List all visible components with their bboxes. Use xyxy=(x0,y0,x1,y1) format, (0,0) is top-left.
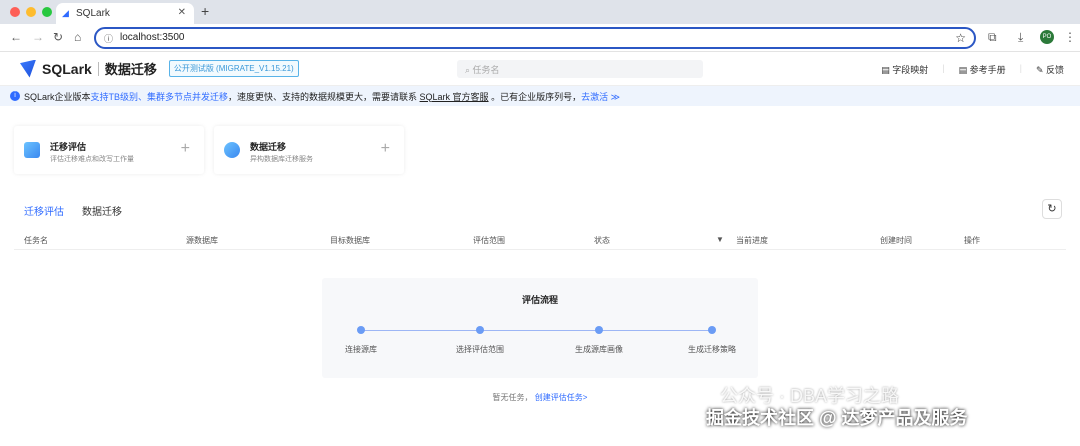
flow-step: 生成迁移策略 xyxy=(667,326,757,355)
enterprise-banner: i SQLark企业版本支持TB级别、集群多节点并发迁移，速度更快、支持的数据规… xyxy=(0,86,1080,106)
browser-tab[interactable]: ◢ SQLark ✕ xyxy=(56,3,194,24)
bookmark-star-icon[interactable]: ☆ xyxy=(955,31,966,45)
watermark: 掘金技术社区 @ 达梦产品及服务 xyxy=(706,408,968,428)
forward-icon[interactable]: → xyxy=(32,30,44,44)
activate-link[interactable]: 去激活 ≫ xyxy=(581,92,620,102)
logo[interactable]: SQLark 数据迁移 公开测试版 (MIGRATE_V1.15.21) xyxy=(20,59,299,78)
empty-state: 暂无任务， 创建评估任务> xyxy=(492,393,588,402)
flow-step: 选择评估范围 xyxy=(435,326,525,355)
tab-title: SQLark xyxy=(76,8,110,19)
address-bar-row: ← → ↻ ⌂ ⓘ localhost:3500 ☆ ⧉ ⤓ PO ⋮ xyxy=(0,24,1080,52)
reload-icon[interactable]: ↻ xyxy=(53,30,63,44)
refresh-button[interactable]: ↻ xyxy=(1042,199,1062,219)
task-search-input[interactable]: ⌕ 任务名 xyxy=(457,60,703,78)
feedback-link[interactable]: ✎ 反馈 xyxy=(1036,63,1064,76)
menu-icon[interactable]: ⋮ xyxy=(1064,30,1076,44)
flow-step: 生成源库画像 xyxy=(554,326,644,355)
tab-assessment[interactable]: 迁移评估 xyxy=(24,203,64,218)
site-info-icon[interactable]: ⓘ xyxy=(104,32,113,45)
browser-tab-bar: ◢ SQLark ✕ + xyxy=(0,0,1080,24)
database-icon xyxy=(224,142,240,158)
search-placeholder: 任务名 xyxy=(472,65,500,75)
url-text: localhost:3500 xyxy=(120,32,185,43)
sqlark-favicon-icon: ◢ xyxy=(62,8,69,18)
support-link[interactable]: SQLark 官方客服 xyxy=(420,92,489,102)
assessment-icon xyxy=(24,142,40,158)
url-input[interactable]: ⓘ localhost:3500 ☆ xyxy=(94,27,976,49)
download-icon[interactable]: ⤓ xyxy=(1018,30,1023,45)
home-icon[interactable]: ⌂ xyxy=(74,30,81,44)
new-tab-button[interactable]: + xyxy=(201,3,209,19)
reference-manual-link[interactable]: ▤ 参考手册 xyxy=(959,63,1006,76)
table-header: 任务名 源数据库 目标数据库 评估范围 状态 ▼ 当前进度 创建时间 操作 xyxy=(14,230,1066,250)
window-controls[interactable] xyxy=(10,7,52,17)
card-data-migration[interactable]: 数据迁移 异构数据库迁移服务 + xyxy=(214,126,404,174)
add-icon[interactable]: + xyxy=(381,140,390,158)
status-filter-icon[interactable]: ▼ xyxy=(716,235,724,244)
field-mapping-link[interactable]: ▤ 字段映射 xyxy=(881,63,928,76)
add-icon[interactable]: + xyxy=(181,140,190,158)
sqlark-logo-icon xyxy=(20,59,36,78)
app-header: SQLark 数据迁移 公开测试版 (MIGRATE_V1.15.21) ⌕ 任务名… xyxy=(0,52,1080,86)
create-task-link[interactable]: 创建评估任务> xyxy=(535,393,588,402)
assessment-flow: 评估流程 连接源库 选择评估范围 生成源库画像 生成迁移策略 xyxy=(322,278,758,378)
version-badge: 公开测试版 (MIGRATE_V1.15.21) xyxy=(168,60,299,77)
card-migration-assessment[interactable]: 迁移评估 评估迁移难点和改写工作量 + xyxy=(14,126,204,174)
tab-data-migration[interactable]: 数据迁移 xyxy=(82,203,122,218)
product-name: 数据迁移 xyxy=(104,62,157,77)
close-tab-icon[interactable]: ✕ xyxy=(178,7,186,18)
profile-avatar[interactable]: PO xyxy=(1040,30,1054,44)
info-icon: i xyxy=(10,91,20,101)
back-icon[interactable]: ← xyxy=(10,30,22,44)
brand-name: SQLark xyxy=(42,60,92,77)
extensions-icon[interactable]: ⧉ xyxy=(988,30,997,45)
flow-step: 连接源库 xyxy=(316,326,406,355)
